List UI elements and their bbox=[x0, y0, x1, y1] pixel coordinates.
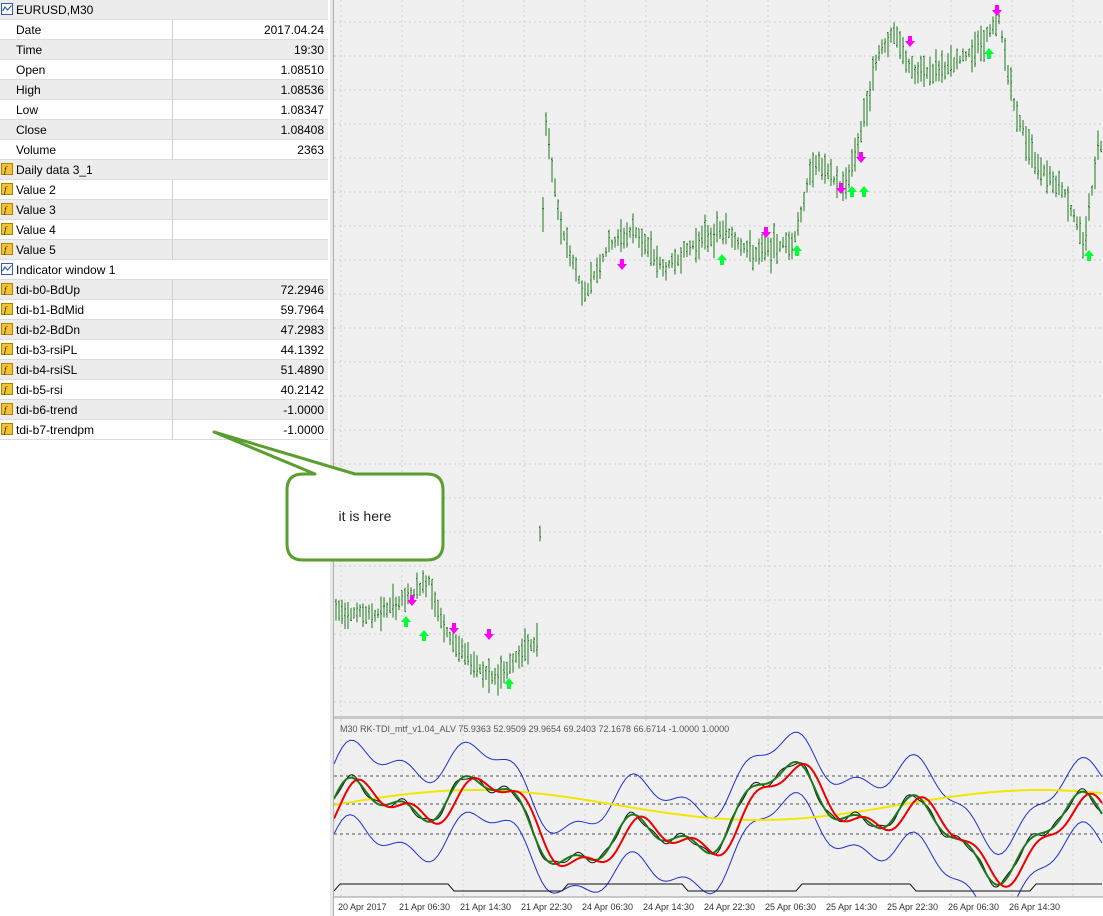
x-tick-label: 25 Apr 06:30 bbox=[765, 902, 817, 912]
speech-bubble bbox=[212, 430, 445, 562]
indicator-subwindow bbox=[334, 719, 1103, 897]
x-tick-label: 26 Apr 14:30 bbox=[1009, 902, 1061, 912]
x-tick-label: 21 Apr 14:30 bbox=[460, 902, 512, 912]
x-tick-label: 26 Apr 06:30 bbox=[948, 902, 1000, 912]
x-tick-label: 21 Apr 22:30 bbox=[521, 902, 573, 912]
subwindow-separator[interactable] bbox=[334, 716, 1103, 719]
callout-text: it is here bbox=[338, 508, 392, 524]
x-tick-label: 24 Apr 06:30 bbox=[582, 902, 634, 912]
x-tick-label: 24 Apr 14:30 bbox=[643, 902, 695, 912]
x-tick-label: 21 Apr 06:30 bbox=[399, 902, 451, 912]
x-tick-label: 25 Apr 22:30 bbox=[887, 902, 939, 912]
x-tick-label: 25 Apr 14:30 bbox=[826, 902, 878, 912]
x-tick-label: 20 Apr 2017 bbox=[338, 902, 387, 912]
x-tick-label: 24 Apr 22:30 bbox=[704, 902, 756, 912]
subwindow-title: M30 RK-TDI_mtf_v1.04_ALV 75.9363 52.9509… bbox=[340, 724, 730, 734]
